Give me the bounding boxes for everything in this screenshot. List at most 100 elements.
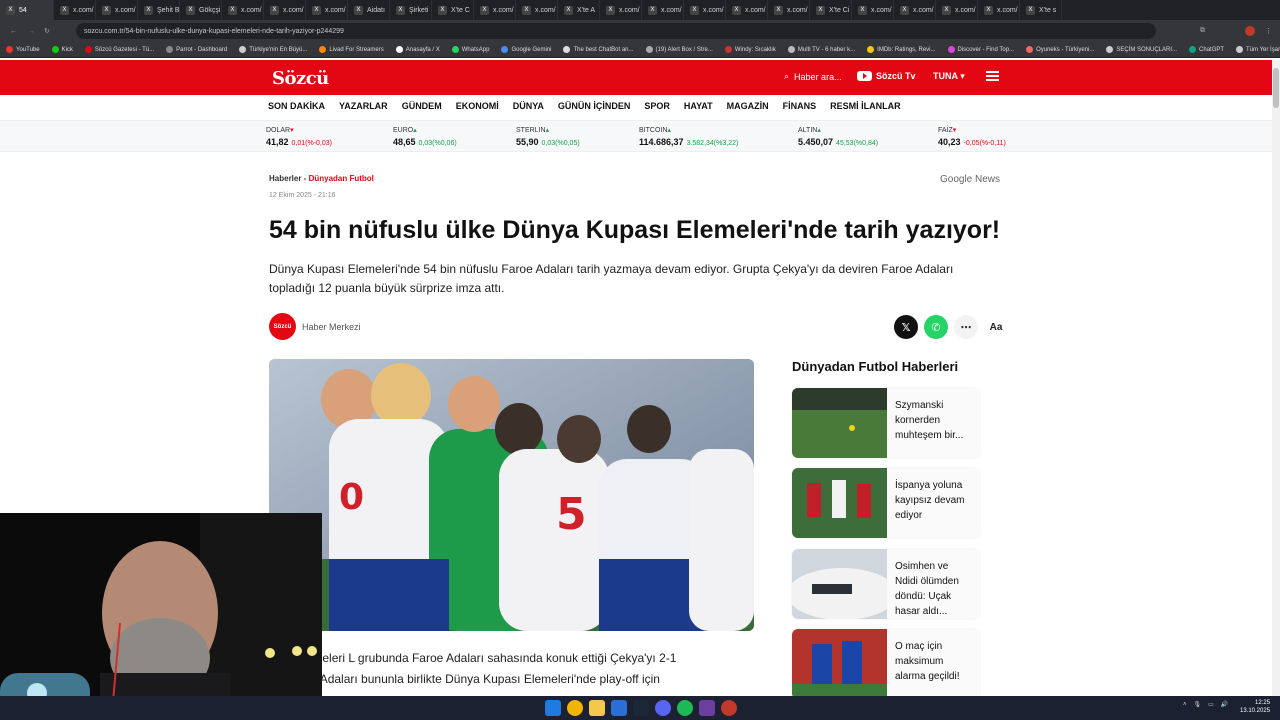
bookmark-item[interactable]: Türkiye'nin En Büyü... — [239, 46, 307, 53]
nav-item[interactable]: YAZARLAR — [339, 101, 388, 111]
more-options-icon[interactable]: ⋯ — [954, 315, 978, 339]
scrollbar-thumb[interactable] — [1273, 68, 1279, 108]
market-item[interactable]: DOLAR▾ 41,82 0,01(%-0,03) — [266, 126, 332, 147]
nav-item[interactable]: EKONOMİ — [456, 101, 499, 111]
browser-tab[interactable]: Xx.com/ — [726, 0, 768, 20]
edge-icon[interactable] — [611, 700, 627, 716]
nav-item[interactable]: GÜNÜN İÇİNDEN — [558, 101, 631, 111]
market-item[interactable]: BITCOIN▴ 114.686,37 3.582,34(%3,22) — [639, 126, 738, 147]
bookmark-item[interactable]: Windy: Sıcaklık — [724, 46, 776, 53]
bookmark-item[interactable]: Livad For Streamers — [319, 46, 384, 53]
bookmark-item[interactable]: Sözcü Gazetesi - Tü... — [84, 46, 154, 53]
bookmark-item[interactable]: Discover - Find Top... — [947, 46, 1014, 53]
hamburger-menu-icon[interactable] — [986, 71, 999, 81]
browser-tab[interactable]: X Şirketi — [390, 0, 432, 20]
bookmark-item[interactable]: IMDb: Ratings, Revi... — [867, 46, 936, 53]
market-item[interactable]: FAİZ▾ 40,23 -0,05(%-0,11) — [938, 126, 1006, 147]
browser-tab[interactable]: Xx.com/ — [474, 0, 516, 20]
search-box[interactable]: ⌕ Haber ara... — [784, 71, 842, 82]
market-item[interactable]: ALTIN▴ 5.450,07 45,53(%0,84) — [798, 126, 878, 147]
browser-tab[interactable]: X Gökçşi — [180, 0, 222, 20]
bookmark-item[interactable]: Parrot - Dashboard — [166, 46, 227, 53]
browser-tab[interactable]: X X'te s — [1020, 0, 1062, 20]
browser-tab[interactable]: X X'te A — [558, 0, 600, 20]
extensions-icon[interactable]: ⧉ — [1200, 27, 1205, 35]
app-icon[interactable] — [699, 700, 715, 716]
nav-item[interactable]: FİNANS — [783, 101, 817, 111]
bookmark-item[interactable]: Kick — [51, 46, 73, 53]
bookmark-item[interactable]: WhatsApp — [451, 46, 489, 53]
bookmark-item[interactable]: ChatGPT — [1189, 46, 1224, 53]
sidebar-news-card[interactable]: Osimhen ve Ndidi ölümden döndü: Uçak has… — [792, 549, 980, 619]
bookmark-item[interactable]: (19) Alert Box / Stre... — [645, 46, 713, 53]
sozcu-tv-link[interactable]: Sözcü Tv — [857, 71, 916, 81]
user-menu[interactable]: TUNA ▾ — [933, 71, 965, 82]
bookmark-item[interactable]: The best ChatBot an... — [563, 46, 634, 53]
browser-tab[interactable]: Xx.com/ — [54, 0, 96, 20]
bookmark-item[interactable]: Multi TV - 6 haber k... — [787, 46, 855, 53]
start-menu-icon[interactable] — [545, 700, 561, 716]
browser-tab[interactable]: Xx.com/ — [936, 0, 978, 20]
browser-tab[interactable]: Xx.com/ — [516, 0, 558, 20]
forward-icon[interactable]: → — [28, 28, 35, 35]
microphone-icon[interactable]: 🎙 — [1194, 701, 1202, 708]
font-size-icon[interactable]: Aa — [984, 315, 1008, 339]
bookmark-item[interactable]: YouTube — [6, 46, 40, 53]
browser-tab[interactable]: X 54 — [0, 0, 54, 20]
browser-tab[interactable]: Xx.com/ — [978, 0, 1020, 20]
profile-icon[interactable] — [1245, 26, 1255, 36]
back-icon[interactable]: ← — [10, 28, 17, 35]
nav-item[interactable]: DÜNYA — [513, 101, 544, 111]
bookmark-item[interactable]: Anasayfa / X — [395, 46, 440, 53]
sidebar-news-card[interactable]: İspanya yoluna kayıpsız devam ediyor — [792, 468, 980, 538]
browser-tab[interactable]: X X'te Ci — [810, 0, 852, 20]
browser-tab[interactable]: Xx.com/ — [852, 0, 894, 20]
nav-item[interactable]: SPOR — [644, 101, 670, 111]
bookmark-item[interactable]: Oyuneks - Türkiyeni... — [1026, 46, 1094, 53]
sidebar-news-card[interactable]: Szymanski kornerden muhteşem bir... — [792, 388, 980, 458]
nav-item[interactable]: HAYAT — [684, 101, 713, 111]
network-icon[interactable]: ▭ — [1208, 701, 1214, 708]
steam-icon[interactable] — [633, 700, 649, 716]
browser-tab[interactable]: Xx.com/ — [222, 0, 264, 20]
browser-tab[interactable]: Xx.com/ — [96, 0, 138, 20]
browser-tab[interactable]: X Şehit B — [138, 0, 180, 20]
chevron-up-icon[interactable]: ˄ — [1183, 702, 1187, 708]
volume-icon[interactable]: 🔊 — [1221, 701, 1228, 708]
nav-item[interactable]: GÜNDEM — [402, 101, 442, 111]
whatsapp-share-icon[interactable]: ✆ — [924, 315, 948, 339]
nav-item[interactable]: RESMİ İLANLAR — [830, 101, 901, 111]
spotify-icon[interactable] — [677, 700, 693, 716]
bookmark-item[interactable]: SEÇİM SONUÇLARI... — [1106, 46, 1177, 53]
browser-tab[interactable]: Xx.com/ — [264, 0, 306, 20]
browser-tab[interactable]: X X'te C — [432, 0, 474, 20]
browser-tab[interactable]: Xx.com/ — [642, 0, 684, 20]
breadcrumb-root[interactable]: Haberler — [269, 174, 301, 183]
market-item[interactable]: STERLIN▴ 55,90 0,03(%0,05) — [516, 126, 580, 147]
nav-item[interactable]: SON DAKİKA — [268, 101, 325, 111]
google-news-link[interactable]: Google News — [940, 174, 1000, 185]
breadcrumb-category[interactable]: Dünyadan Futbol — [309, 174, 374, 183]
browser-tab[interactable]: Xx.com/ — [768, 0, 810, 20]
chrome-icon[interactable] — [567, 700, 583, 716]
bookmark-item[interactable]: Tüm Yer İşaretleri — [1236, 46, 1280, 53]
browser-tab[interactable]: Xx.com/ — [306, 0, 348, 20]
nav-item[interactable]: MAGAZİN — [727, 101, 769, 111]
system-clock[interactable]: 12:25 13.10.2025 — [1240, 699, 1270, 715]
browser-menu-icon[interactable]: ⋮ — [1265, 27, 1272, 35]
browser-tab[interactable]: Xx.com/ — [894, 0, 936, 20]
author-row[interactable]: Sözcü Haber Merkezi — [269, 313, 361, 340]
reload-icon[interactable]: ↻ — [44, 27, 50, 35]
obs-icon[interactable] — [721, 700, 737, 716]
file-explorer-icon[interactable] — [589, 700, 605, 716]
discord-icon[interactable] — [655, 700, 671, 716]
bookmark-item[interactable]: Google Gemini — [501, 46, 551, 53]
page-scrollbar[interactable] — [1272, 60, 1280, 696]
site-logo[interactable]: Sözcü — [272, 68, 329, 89]
browser-tab[interactable]: X Aidatı — [348, 0, 390, 20]
market-item[interactable]: EURO▴ 48,65 0,03(%0,06) — [393, 126, 457, 147]
browser-tab[interactable]: Xx.com/ — [684, 0, 726, 20]
x-share-icon[interactable]: 𝕏 — [894, 315, 918, 339]
browser-tab[interactable]: Xx.com/ — [600, 0, 642, 20]
sidebar-news-card[interactable]: O maç için maksimum alarma geçildi! — [792, 629, 980, 699]
